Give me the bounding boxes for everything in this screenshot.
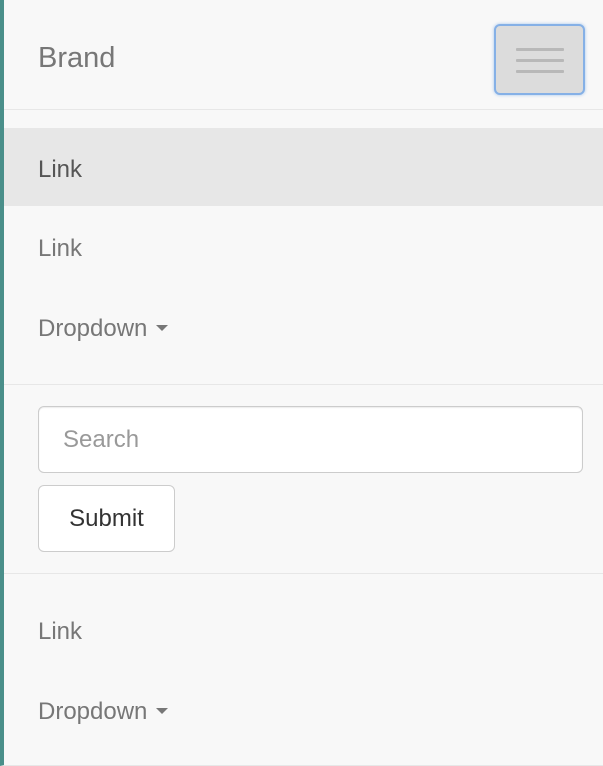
caret-down-icon bbox=[156, 707, 169, 714]
search-input[interactable] bbox=[38, 406, 583, 473]
navbar: Brand Link Link Dropdown Submit Link Dro… bbox=[0, 0, 603, 766]
nav-link-label: Link bbox=[38, 618, 83, 645]
divider bbox=[4, 384, 603, 385]
hamburger-bar bbox=[516, 48, 564, 51]
nav-link-label: Link bbox=[38, 235, 83, 262]
navbar-toggle-button[interactable] bbox=[494, 24, 585, 95]
hamburger-bar bbox=[516, 70, 564, 73]
hamburger-bar bbox=[516, 59, 564, 62]
navbar-header: Brand bbox=[4, 0, 603, 110]
nav-dropdown-toggle[interactable]: Dropdown bbox=[4, 287, 603, 365]
nav-link[interactable]: Link bbox=[4, 207, 603, 285]
submit-button[interactable]: Submit bbox=[38, 485, 175, 552]
nav-link-label: Link bbox=[38, 156, 83, 183]
nav-dropdown-label: Dropdown bbox=[38, 698, 148, 725]
nav-link[interactable]: Link bbox=[4, 590, 603, 668]
caret-down-icon bbox=[156, 324, 169, 331]
divider bbox=[4, 573, 603, 574]
nav-link-active[interactable]: Link bbox=[4, 128, 603, 206]
nav-dropdown-label: Dropdown bbox=[38, 315, 148, 342]
nav-dropdown-toggle[interactable]: Dropdown bbox=[4, 670, 603, 748]
navbar-brand[interactable]: Brand bbox=[38, 42, 115, 75]
